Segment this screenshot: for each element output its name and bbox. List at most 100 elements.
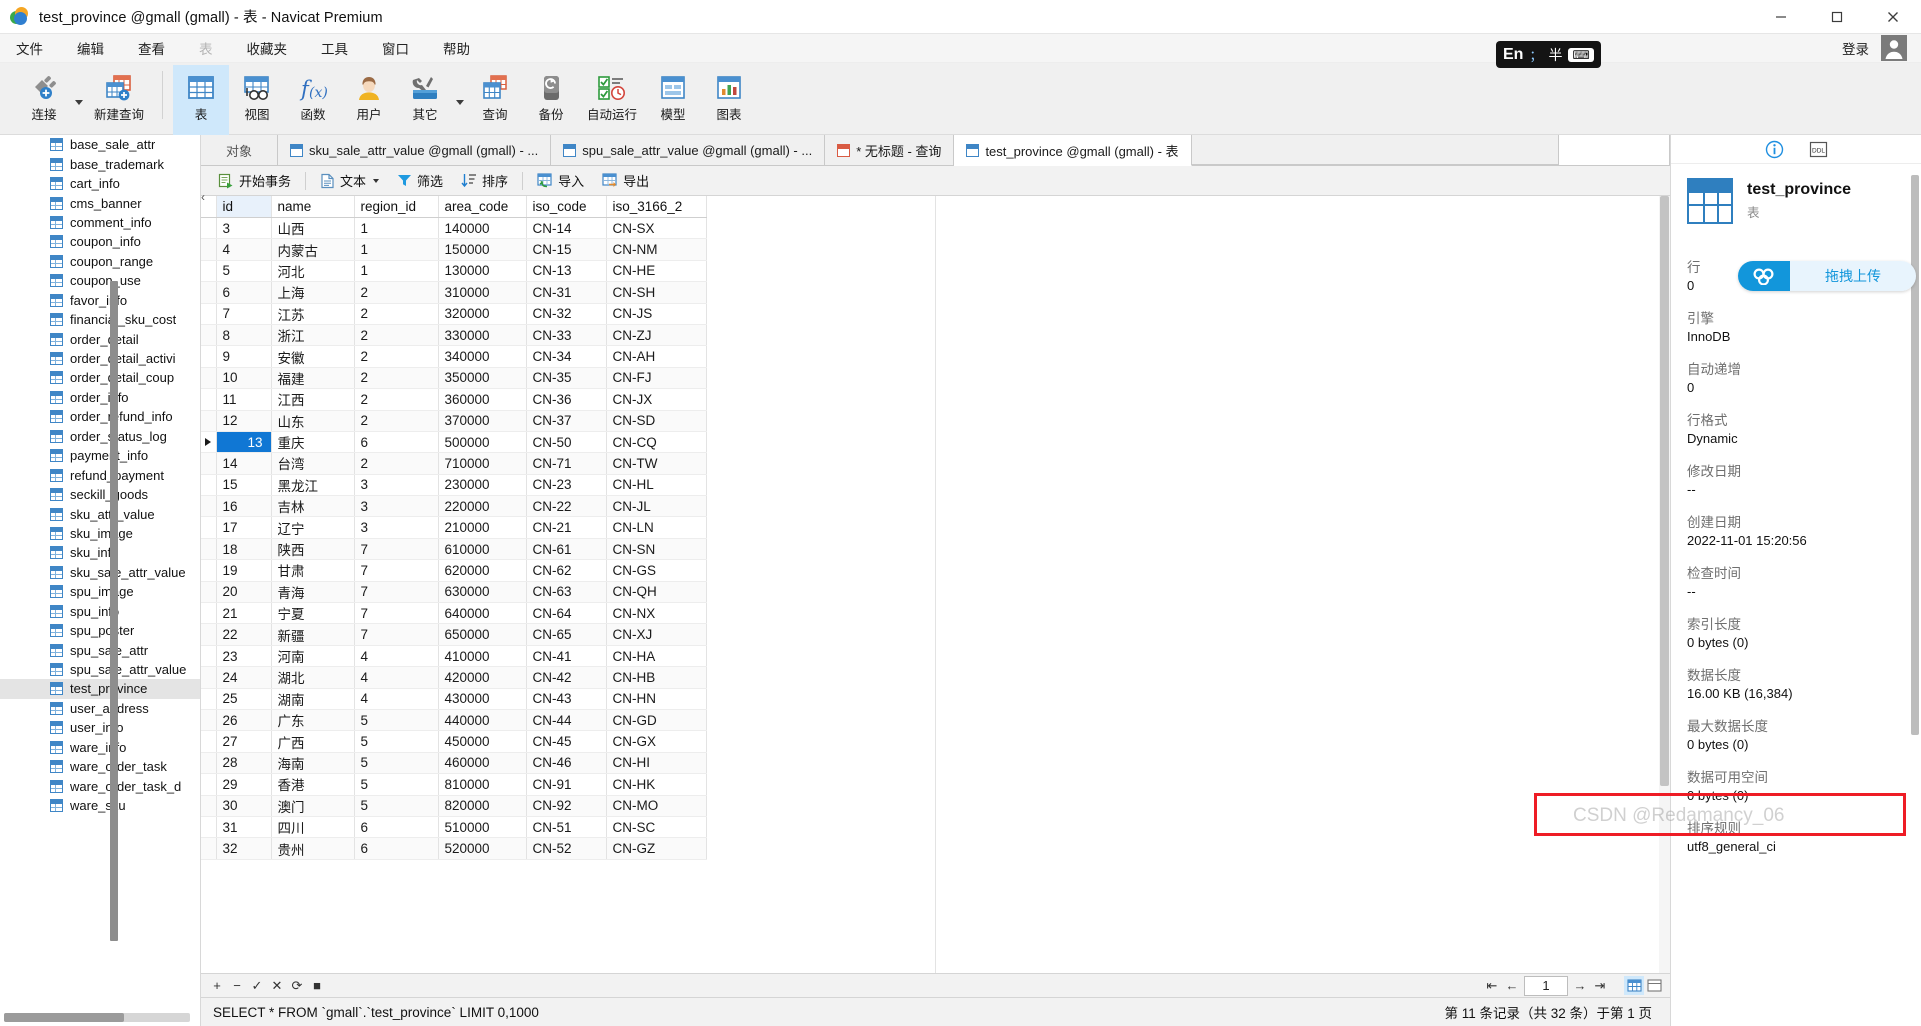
toolbar-connection[interactable]: 连接 <box>16 65 72 135</box>
sidebar-item[interactable]: financial_sku_cost <box>0 310 200 329</box>
cell-region-id[interactable]: 6 <box>354 431 438 452</box>
cell-iso-3166-2[interactable]: CN-SD <box>606 410 706 431</box>
cell-name[interactable]: 四川 <box>271 816 354 837</box>
sidebar-table-list[interactable]: base_sale_attrbase_trademarkcart_infocms… <box>0 135 200 815</box>
menu-favorites[interactable]: 收藏夹 <box>245 35 290 61</box>
menu-edit[interactable]: 编辑 <box>75 35 106 61</box>
toolbar-function[interactable]: f (x) 函数 <box>285 65 341 135</box>
cell-iso-3166-2[interactable]: CN-CQ <box>606 431 706 452</box>
cell-region-id[interactable]: 7 <box>354 624 438 645</box>
cell-region-id[interactable]: 3 <box>354 517 438 538</box>
cell-iso-code[interactable]: CN-36 <box>526 389 606 410</box>
cell-iso-code[interactable]: CN-41 <box>526 645 606 666</box>
sidebar-item[interactable]: coupon_use <box>0 271 200 290</box>
cell-iso-3166-2[interactable]: CN-QH <box>606 581 706 602</box>
menu-window[interactable]: 窗口 <box>380 35 411 61</box>
sidebar-item[interactable]: test_province <box>0 679 200 698</box>
delete-record-button[interactable]: − <box>227 976 247 995</box>
cell-id[interactable]: 17 <box>216 517 271 538</box>
cell-id[interactable]: 26 <box>216 709 271 730</box>
cell-id[interactable]: 7 <box>216 303 271 324</box>
refresh-button[interactable]: ⟳ <box>287 976 307 995</box>
cell-area-code[interactable]: 500000 <box>438 431 526 452</box>
cell-name[interactable]: 江苏 <box>271 303 354 324</box>
table-row[interactable]: 23河南4410000CN-41CN-HA <box>201 645 706 666</box>
sidebar-collapse-handle[interactable]: ‹ <box>201 190 205 204</box>
table-row[interactable]: 26广东5440000CN-44CN-GD <box>201 709 706 730</box>
table-row[interactable]: 11江西2360000CN-36CN-JX <box>201 389 706 410</box>
tab-untitled-query[interactable]: * 无标题 - 查询 <box>825 135 954 165</box>
cell-name[interactable]: 上海 <box>271 282 354 303</box>
sidebar-vertical-scrollbar[interactable] <box>110 281 118 941</box>
row-marker[interactable] <box>201 389 216 410</box>
cell-iso-3166-2[interactable]: CN-JX <box>606 389 706 410</box>
cell-area-code[interactable]: 310000 <box>438 282 526 303</box>
cell-iso-code[interactable]: CN-23 <box>526 474 606 495</box>
toolbar-user[interactable]: 用户 <box>341 65 397 135</box>
column-header-region-id[interactable]: region_id <box>354 196 438 218</box>
sidebar-item[interactable]: base_trademark <box>0 154 200 173</box>
table-row[interactable]: 12山东2370000CN-37CN-SD <box>201 410 706 431</box>
cell-name[interactable]: 陕西 <box>271 538 354 559</box>
cell-region-id[interactable]: 7 <box>354 560 438 581</box>
cell-id[interactable]: 30 <box>216 795 271 816</box>
cell-iso-code[interactable]: CN-46 <box>526 752 606 773</box>
sidebar-item[interactable]: spu_sale_attr_value <box>0 660 200 679</box>
tab-spu-sale-attr-value[interactable]: spu_sale_attr_value @gmall (gmall) - ... <box>551 135 825 165</box>
table-row[interactable]: 10福建2350000CN-35CN-FJ <box>201 367 706 388</box>
row-marker[interactable] <box>201 538 216 559</box>
cell-iso-3166-2[interactable]: CN-JL <box>606 496 706 517</box>
table-row[interactable]: 32贵州6520000CN-52CN-GZ <box>201 838 706 859</box>
cell-name[interactable]: 内蒙古 <box>271 239 354 260</box>
cell-region-id[interactable]: 2 <box>354 453 438 474</box>
sidebar-item[interactable]: sku_attr_value <box>0 504 200 523</box>
cell-id[interactable]: 16 <box>216 496 271 517</box>
row-marker[interactable] <box>201 795 216 816</box>
column-header-iso-3166-2[interactable]: iso_3166_2 <box>606 196 706 218</box>
grid-view-mode-button[interactable] <box>1624 976 1644 995</box>
close-button[interactable] <box>1865 0 1921 33</box>
sidebar-item[interactable]: payment_info <box>0 446 200 465</box>
cell-region-id[interactable]: 5 <box>354 795 438 816</box>
cell-area-code[interactable]: 640000 <box>438 603 526 624</box>
sidebar-item[interactable]: cms_banner <box>0 193 200 212</box>
table-row[interactable]: 31四川6510000CN-51CN-SC <box>201 816 706 837</box>
cell-iso-code[interactable]: CN-91 <box>526 774 606 795</box>
cell-iso-3166-2[interactable]: CN-NX <box>606 603 706 624</box>
table-row[interactable]: 21宁夏7640000CN-64CN-NX <box>201 603 706 624</box>
cell-name[interactable]: 河南 <box>271 645 354 666</box>
sidebar-item[interactable]: order_info <box>0 388 200 407</box>
cell-name[interactable]: 黑龙江 <box>271 474 354 495</box>
export-button[interactable]: 导出 <box>593 169 658 192</box>
cell-region-id[interactable]: 6 <box>354 838 438 859</box>
cell-region-id[interactable]: 1 <box>354 260 438 281</box>
row-marker[interactable] <box>201 645 216 666</box>
sort-button[interactable]: 排序 <box>452 169 517 192</box>
cell-iso-code[interactable]: CN-45 <box>526 731 606 752</box>
cell-area-code[interactable]: 360000 <box>438 389 526 410</box>
table-row[interactable]: 3山西1140000CN-14CN-SX <box>201 218 706 239</box>
sidebar-item[interactable]: ware_order_task_d <box>0 776 200 795</box>
cell-iso-3166-2[interactable]: CN-MO <box>606 795 706 816</box>
cell-area-code[interactable]: 810000 <box>438 774 526 795</box>
tab-test-province[interactable]: test_province @gmall (gmall) - 表 <box>954 135 1191 166</box>
filter-button[interactable]: 筛选 <box>388 169 452 192</box>
cell-iso-3166-2[interactable]: CN-HK <box>606 774 706 795</box>
cell-iso-3166-2[interactable]: CN-SN <box>606 538 706 559</box>
row-marker[interactable] <box>201 474 216 495</box>
row-marker[interactable] <box>201 218 216 239</box>
cell-iso-code[interactable]: CN-51 <box>526 816 606 837</box>
cell-iso-3166-2[interactable]: CN-HB <box>606 667 706 688</box>
cell-region-id[interactable]: 7 <box>354 538 438 559</box>
cell-iso-code[interactable]: CN-31 <box>526 282 606 303</box>
cell-region-id[interactable]: 2 <box>354 303 438 324</box>
cell-iso-3166-2[interactable]: CN-SX <box>606 218 706 239</box>
cell-id[interactable]: 23 <box>216 645 271 666</box>
cell-area-code[interactable]: 520000 <box>438 838 526 859</box>
cell-iso-code[interactable]: CN-92 <box>526 795 606 816</box>
sidebar-item[interactable]: sku_info <box>0 543 200 562</box>
table-row[interactable]: 8浙江2330000CN-33CN-ZJ <box>201 324 706 345</box>
cell-id[interactable]: 10 <box>216 367 271 388</box>
row-marker[interactable] <box>201 688 216 709</box>
table-row[interactable]: 13重庆6500000CN-50CN-CQ <box>201 431 706 452</box>
